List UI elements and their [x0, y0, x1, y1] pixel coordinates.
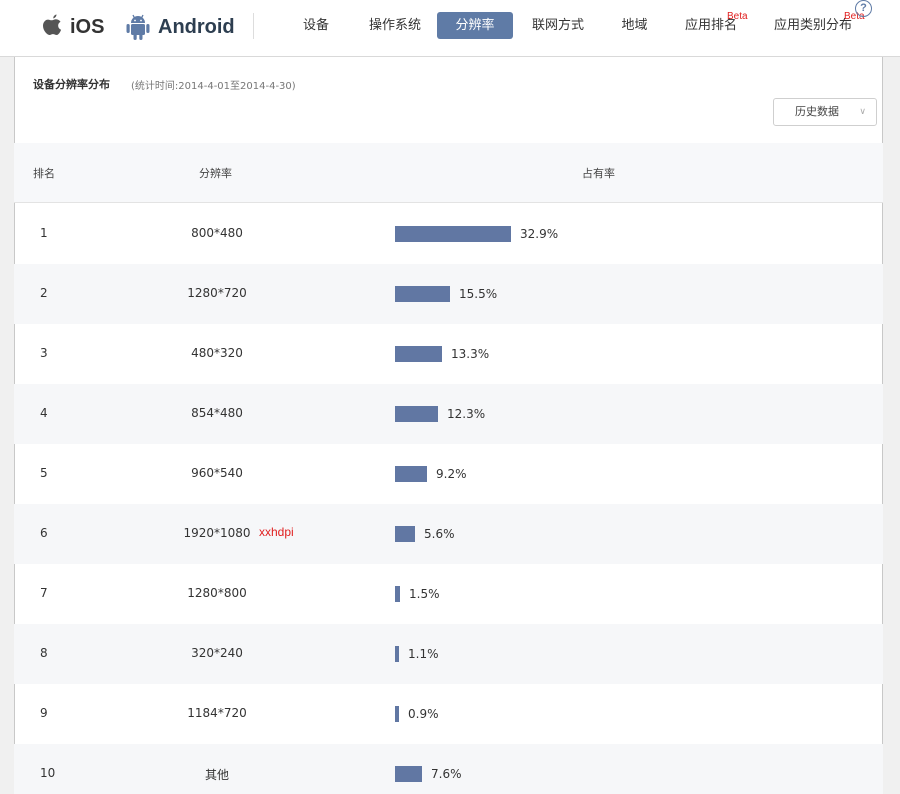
- tab-region-label: 地域: [621, 18, 648, 33]
- platform-android[interactable]: Android: [124, 10, 235, 44]
- row-resolution: 1920*1080: [183, 526, 251, 540]
- share-bar: [395, 466, 427, 482]
- row-resolution: 800*480: [191, 226, 243, 240]
- android-icon: [126, 14, 150, 40]
- table-header: 排名 分辨率 占有率: [14, 143, 883, 203]
- tab-network[interactable]: 联网方式: [522, 12, 594, 39]
- share-bar: [395, 526, 415, 542]
- row-resolution: 1184*720: [187, 706, 247, 720]
- row-rank: 2: [40, 286, 48, 300]
- row-rank: 1: [40, 226, 48, 240]
- share-bar: [395, 346, 442, 362]
- section-title: 设备分辨率分布: [33, 78, 110, 91]
- share-bar: [395, 766, 422, 782]
- tab-os[interactable]: 操作系统: [355, 12, 435, 39]
- platform-android-label: Android: [158, 15, 235, 38]
- tab-os-label: 操作系统: [368, 18, 421, 33]
- tab-device[interactable]: 设备: [290, 12, 342, 39]
- header-share: 占有率: [582, 167, 615, 180]
- table-row: 6 1920*1080 xxhdpi 5.6%: [14, 504, 883, 564]
- row-share-value: 13.3%: [451, 347, 490, 361]
- table-row: 7 1280*800 1.5%: [14, 564, 883, 624]
- row-share-value: 0.9%: [408, 707, 439, 721]
- platform-ios[interactable]: iOS: [40, 10, 104, 44]
- share-bar: [395, 706, 399, 722]
- header-resolution: 分辨率: [199, 167, 232, 180]
- row-resolution: 960*540: [191, 466, 243, 480]
- row-share-value: 5.6%: [424, 527, 455, 541]
- help-icon[interactable]: ?: [855, 0, 872, 17]
- row-share-value: 15.5%: [459, 287, 498, 301]
- row-rank: 8: [40, 646, 48, 660]
- table-row: 2 1280*720 15.5%: [14, 264, 883, 324]
- nav-divider: [253, 13, 254, 39]
- table-row: 4 854*480 12.3%: [14, 384, 883, 444]
- row-resolution: 1280*800: [187, 586, 247, 600]
- share-bar: [395, 586, 400, 602]
- share-bar: [395, 226, 511, 242]
- beta-badge: Beta: [727, 11, 748, 22]
- tab-device-label: 设备: [302, 18, 329, 33]
- top-nav-bar: iOS Android 设备 操作系统 分辨率 联网方式 地域 应用排名 Bet…: [0, 0, 900, 57]
- share-bar: [395, 406, 438, 422]
- table-row: 8 320*240 1.1%: [14, 624, 883, 684]
- tab-resolution[interactable]: 分辨率: [437, 12, 513, 39]
- row-share-value: 1.5%: [409, 587, 440, 601]
- platform-ios-label: iOS: [70, 15, 105, 38]
- history-data-label: 历史数据: [795, 105, 839, 118]
- row-share-value: 12.3%: [447, 407, 486, 421]
- table-row: 5 960*540 9.2%: [14, 444, 883, 504]
- row-share-value: 1.1%: [408, 647, 439, 661]
- row-resolution: 854*480: [191, 406, 243, 420]
- row-rank: 10: [40, 766, 56, 780]
- share-bar: [395, 646, 399, 662]
- share-bar: [395, 286, 450, 302]
- row-resolution: 320*240: [191, 646, 243, 660]
- header-rank: 排名: [33, 167, 55, 180]
- row-rank: 5: [40, 466, 48, 480]
- history-data-dropdown[interactable]: 历史数据 ∨: [773, 98, 877, 126]
- row-rank: 3: [40, 346, 48, 360]
- section-subtitle: (统计时间:2014-4-01至2014-4-30): [131, 81, 296, 92]
- row-density-note: xxhdpi: [259, 525, 294, 539]
- tab-region[interactable]: 地域: [612, 12, 657, 39]
- tab-app-category-label: 应用类别分布: [773, 18, 852, 33]
- table-row: 3 480*320 13.3%: [14, 324, 883, 384]
- row-share-value: 7.6%: [431, 767, 462, 781]
- chevron-down-icon: ∨: [859, 107, 866, 117]
- apple-icon: [43, 14, 62, 35]
- tab-app-category[interactable]: 应用类别分布 Beta: [768, 11, 865, 39]
- tab-app-ranking[interactable]: 应用排名 Beta: [678, 11, 748, 39]
- row-share-value: 9.2%: [436, 467, 467, 481]
- table-row: 1 800*480 32.9%: [14, 204, 883, 264]
- row-resolution: 1280*720: [187, 286, 247, 300]
- tab-resolution-label: 分辨率: [455, 18, 495, 33]
- table-row: 10 其他 7.6%: [14, 744, 883, 794]
- table-row: 9 1184*720 0.9%: [14, 684, 883, 744]
- row-rank: 7: [40, 586, 48, 600]
- row-rank: 9: [40, 706, 48, 720]
- row-resolution: 其他: [204, 768, 230, 782]
- row-rank: 4: [40, 406, 48, 420]
- row-share-value: 32.9%: [520, 227, 559, 241]
- tab-network-label: 联网方式: [531, 18, 584, 33]
- row-resolution: 480*320: [191, 346, 243, 360]
- row-rank: 6: [40, 526, 48, 540]
